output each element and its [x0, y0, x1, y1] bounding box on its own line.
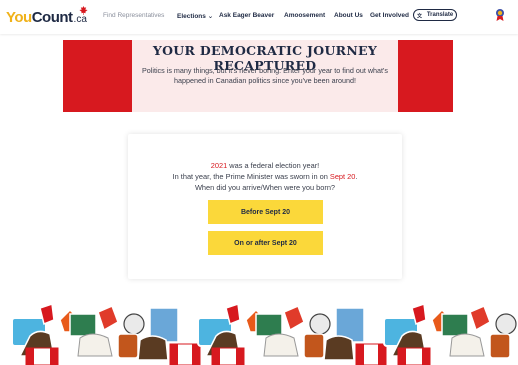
svg-text:文: 文	[417, 12, 423, 19]
hero-red-panel-right	[398, 40, 453, 112]
nav-link-ask-eager-beaver[interactable]: Ask Eager Beaver	[219, 12, 274, 19]
question-line-3: When did you arrive/When were you born?	[194, 183, 336, 192]
translate-button[interactable]: 文 Translate	[413, 9, 457, 21]
nav-link-find-representatives[interactable]: Find Representatives	[103, 12, 164, 19]
nav-link-get-involved[interactable]: Get Involved	[370, 12, 409, 19]
question-line-1: 2021 was a federal election year!	[210, 161, 320, 170]
maple-leaf-icon	[79, 6, 88, 15]
hero-description: Politics is many things, but it's never …	[141, 66, 389, 85]
nav-link-about-us[interactable]: About Us	[334, 12, 363, 19]
logo-you: You	[6, 9, 32, 26]
award-badge-icon[interactable]	[494, 8, 506, 22]
election-year: 2021	[210, 161, 228, 170]
question-line-2: In that year, the Prime Minister was swo…	[172, 172, 358, 181]
translate-label: Translate	[426, 12, 454, 18]
after-date-button[interactable]: On or after Sept 20	[208, 231, 323, 255]
canada-sticker-banner	[0, 300, 518, 365]
sworn-in-date: Sept 20	[329, 172, 356, 181]
translate-icon: 文	[417, 12, 423, 19]
site-logo[interactable]: You Count .ca	[6, 6, 88, 26]
hero-red-panel-left	[63, 40, 132, 112]
logo-ca: .ca	[73, 14, 87, 25]
top-nav: You Count .ca Find Representatives Elect…	[0, 0, 518, 34]
nav-link-elections[interactable]: Elections ⌄	[177, 12, 213, 20]
logo-count: Count	[31, 9, 73, 26]
before-date-button[interactable]: Before Sept 20	[208, 200, 323, 224]
nav-link-amoosement[interactable]: Amoosement	[284, 12, 325, 19]
